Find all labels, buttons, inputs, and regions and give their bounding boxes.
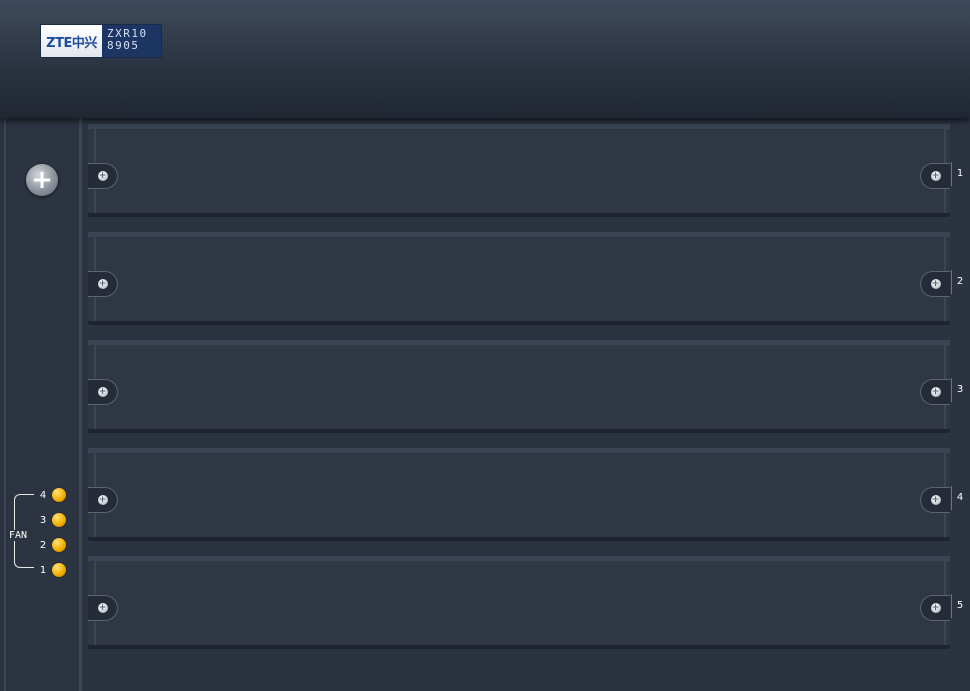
screw-icon: +	[97, 494, 108, 505]
screw-icon: +	[97, 170, 108, 181]
card-slot-1[interactable]: + +	[88, 124, 950, 217]
fan-number: 2	[39, 539, 47, 551]
left-ejector[interactable]: +	[88, 163, 118, 189]
screw-icon: +	[97, 602, 108, 613]
fan-indicator-1[interactable]: 1	[36, 562, 66, 578]
device-logo: ZTE中兴 ZXR10 8905	[40, 24, 162, 58]
slot-frame	[94, 129, 946, 213]
right-ejector[interactable]: +	[920, 379, 950, 405]
slot-frame	[94, 561, 946, 645]
right-ejector[interactable]: +	[920, 271, 950, 297]
fan-number: 3	[39, 514, 47, 526]
model-label: ZXR10 8905	[102, 25, 161, 57]
slot-number-4: 4	[956, 492, 964, 503]
slot-frame	[94, 345, 946, 429]
status-led-icon	[52, 488, 66, 502]
screw-icon: +	[97, 278, 108, 289]
add-card-button[interactable]: +	[26, 164, 58, 196]
brand-logo: ZTE中兴	[41, 25, 102, 57]
status-led-icon	[52, 538, 66, 552]
fan-indicator-2[interactable]: 2	[36, 537, 66, 553]
card-slot-4[interactable]: + +	[88, 448, 950, 541]
slot-frame	[94, 237, 946, 321]
fan-panel	[4, 115, 82, 691]
slot-number-divider	[951, 594, 952, 618]
screw-icon: +	[930, 602, 941, 613]
chassis-header: ZTE中兴 ZXR10 8905	[0, 0, 970, 118]
left-ejector[interactable]: +	[88, 595, 118, 621]
slot-number-3: 3	[956, 384, 964, 395]
slot-number-5: 5	[956, 600, 964, 611]
screw-icon: +	[930, 170, 941, 181]
screw-icon: +	[97, 386, 108, 397]
slot-number-2: 2	[956, 276, 964, 287]
slot-number-1: 1	[956, 168, 964, 179]
slot-number-divider	[951, 270, 952, 294]
fan-label: FAN	[8, 530, 29, 541]
screw-icon: +	[930, 386, 941, 397]
slot-frame	[94, 453, 946, 537]
left-ejector[interactable]: +	[88, 271, 118, 297]
right-ejector[interactable]: +	[920, 595, 950, 621]
card-slot-5[interactable]: + +	[88, 556, 950, 649]
fan-indicator-4[interactable]: 4	[36, 487, 66, 503]
status-led-icon	[52, 513, 66, 527]
fan-number: 4	[39, 489, 47, 501]
slot-number-divider	[951, 162, 952, 186]
slot-number-divider	[951, 378, 952, 402]
screw-icon: +	[930, 278, 941, 289]
screw-icon: +	[930, 494, 941, 505]
model-line-2: 8905	[107, 39, 140, 52]
fan-number: 1	[39, 564, 47, 576]
status-led-icon	[52, 563, 66, 577]
card-slot-2[interactable]: + +	[88, 232, 950, 325]
right-ejector[interactable]: +	[920, 163, 950, 189]
left-ejector[interactable]: +	[88, 487, 118, 513]
slot-number-divider	[951, 486, 952, 510]
right-ejector[interactable]: +	[920, 487, 950, 513]
card-slot-3[interactable]: + +	[88, 340, 950, 433]
fan-indicator-3[interactable]: 3	[36, 512, 66, 528]
plus-circle-icon: +	[31, 165, 53, 195]
left-ejector[interactable]: +	[88, 379, 118, 405]
